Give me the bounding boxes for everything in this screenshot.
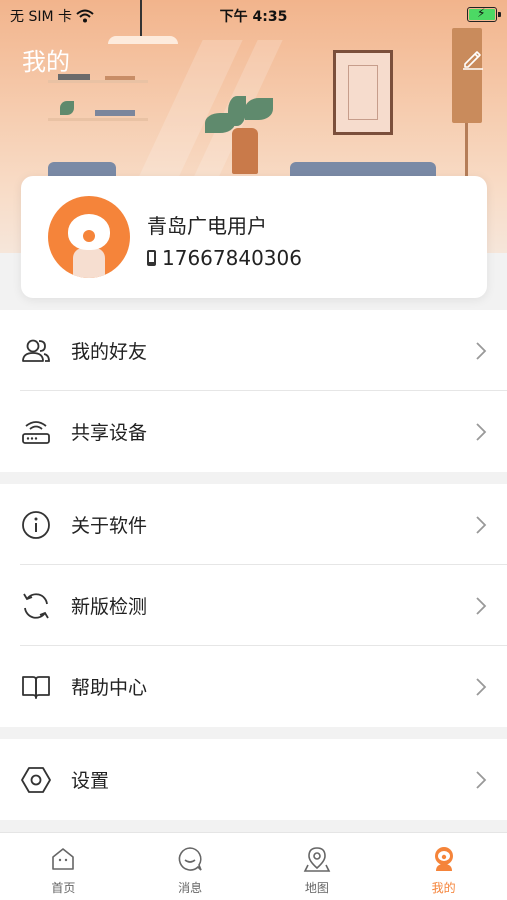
- edit-icon[interactable]: [461, 46, 485, 70]
- status-time: 下午 4:35: [219, 9, 288, 25]
- tab-label: 我的: [431, 881, 456, 895]
- shelf: [48, 80, 148, 83]
- menu-section-app: 关于软件 新版检测 帮助中心: [0, 484, 507, 727]
- menu-section-social: 我的好友 共享设备: [0, 310, 507, 472]
- status-bar: 无 SIM 卡 下午 4:35 ⚡: [0, 0, 507, 30]
- chevron-right-icon: [476, 596, 487, 615]
- message-icon: [178, 847, 202, 871]
- chevron-right-icon: [476, 515, 487, 534]
- menu-item-friends[interactable]: 我的好友: [0, 310, 507, 391]
- friends-icon: [22, 339, 50, 362]
- phone-number: 17667840306: [162, 246, 302, 270]
- refresh-icon: [23, 592, 49, 619]
- menu-label: 关于软件: [71, 515, 148, 537]
- page-title: 我的: [22, 48, 70, 76]
- tab-messages[interactable]: 消息: [127, 833, 254, 900]
- menu-item-update-check[interactable]: 新版检测: [0, 565, 507, 646]
- menu-label: 共享设备: [71, 422, 148, 444]
- map-pin-icon: [303, 847, 331, 872]
- menu-label: 我的好友: [71, 341, 148, 363]
- tab-label: 消息: [178, 881, 203, 895]
- settings-icon: [21, 766, 51, 793]
- tab-bar: 首页 消息 地图 我的: [0, 832, 507, 900]
- plant-pot: [232, 128, 258, 174]
- books: [95, 110, 135, 116]
- chevron-right-icon: [476, 422, 487, 441]
- avatar[interactable]: [48, 196, 130, 278]
- phone-icon: [147, 250, 156, 266]
- menu-item-help[interactable]: 帮助中心: [0, 646, 507, 727]
- menu-section-settings: 设置: [0, 739, 507, 820]
- chevron-right-icon: [476, 770, 487, 789]
- wall-painting: [333, 50, 393, 135]
- menu-item-shared-devices[interactable]: 共享设备: [0, 391, 507, 472]
- books: [105, 76, 135, 80]
- mine-icon: [434, 847, 453, 871]
- shelf: [48, 118, 148, 121]
- battery-icon: ⚡: [467, 6, 501, 22]
- phone-row: 17667840306: [147, 246, 302, 270]
- username: 青岛广电用户: [147, 214, 267, 238]
- tab-label: 地图: [304, 881, 329, 895]
- profile-card[interactable]: 青岛广电用户 17667840306: [21, 176, 487, 298]
- info-icon: [22, 510, 50, 539]
- menu-item-about[interactable]: 关于软件: [0, 484, 507, 565]
- menu-label: 设置: [71, 770, 110, 792]
- chevron-right-icon: [476, 677, 487, 696]
- chevron-right-icon: [476, 341, 487, 360]
- tab-mine[interactable]: 我的: [380, 833, 507, 900]
- book-icon: [22, 675, 50, 699]
- menu-label: 帮助中心: [71, 677, 148, 699]
- pendant-lamp: [108, 36, 178, 44]
- router-icon: [22, 420, 50, 444]
- plant-leaf: [228, 96, 246, 126]
- plant-leaf: [245, 98, 273, 120]
- home-icon: [52, 848, 75, 870]
- floor-lamp: [452, 28, 482, 123]
- menu-label: 新版检测: [71, 596, 148, 618]
- tab-home[interactable]: 首页: [0, 833, 127, 900]
- tab-map[interactable]: 地图: [254, 833, 381, 900]
- tab-label: 首页: [51, 881, 76, 895]
- menu-item-settings[interactable]: 设置: [0, 739, 507, 820]
- small-plant: [60, 101, 74, 115]
